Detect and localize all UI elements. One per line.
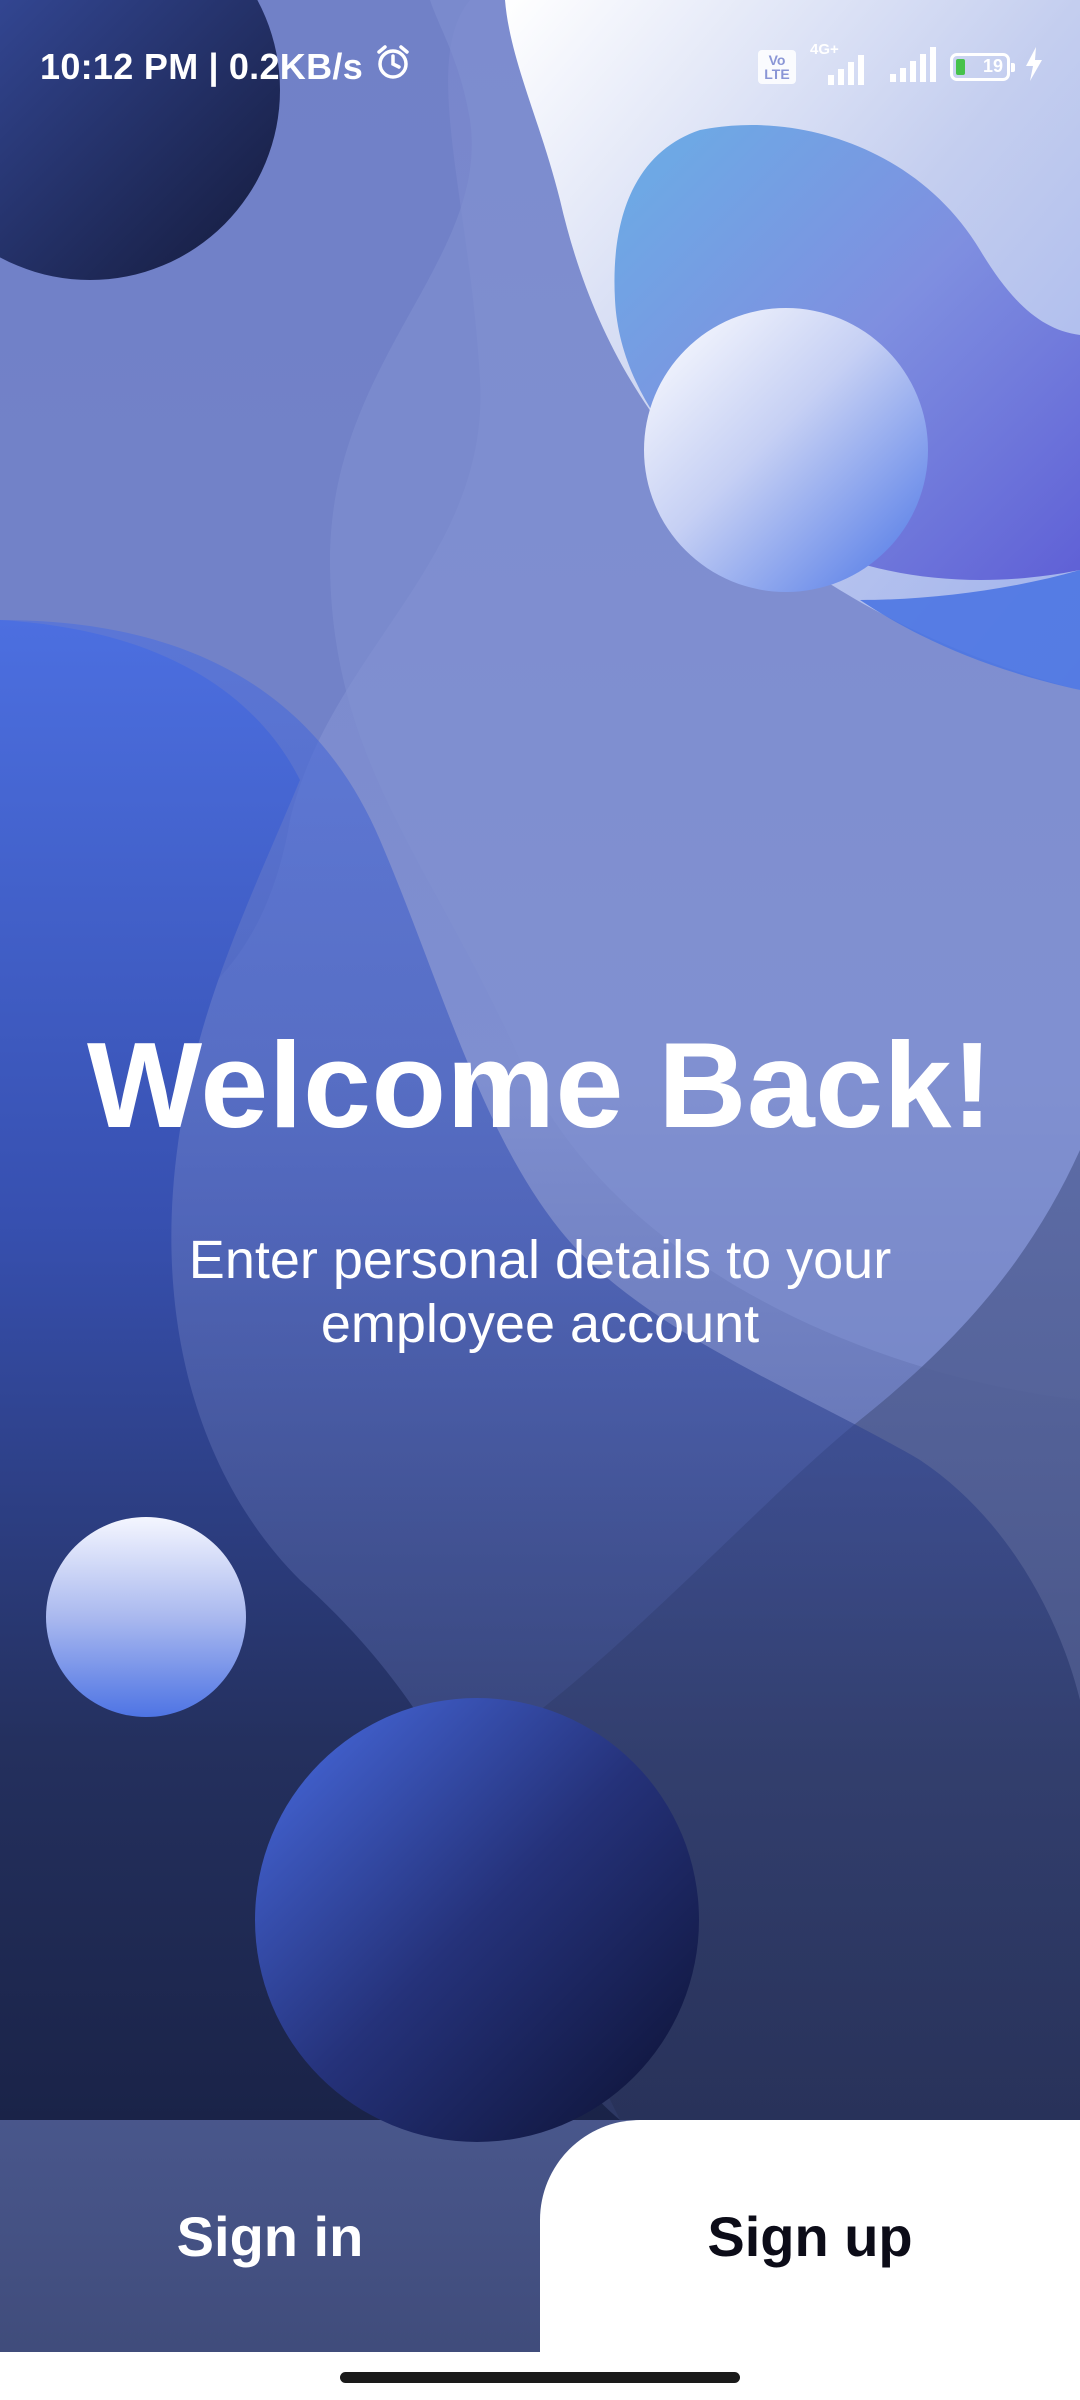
- background-artwork: [0, 0, 1080, 2400]
- network-speed: 0.2KB/s: [228, 45, 364, 87]
- lightning-bolt-icon: [1024, 47, 1044, 86]
- alarm-clock-icon: [373, 42, 413, 91]
- welcome-screen: 10:12 PM | 0.2KB/s Vo LTE 4G+ 19 Welcome…: [0, 0, 1080, 2400]
- home-indicator[interactable]: [340, 2372, 740, 2383]
- battery-icon: 19: [950, 52, 1015, 81]
- welcome-subtitle: Enter personal details to your employee …: [188, 1230, 892, 1354]
- battery-level: 19: [982, 56, 1003, 76]
- status-right: Vo LTE 4G+ 19: [758, 41, 1044, 89]
- sign-up-button[interactable]: Sign up: [540, 2120, 1080, 2352]
- clock-time: 10:12 PM: [40, 45, 199, 87]
- volte-badge: Vo LTE: [758, 49, 796, 84]
- sign-in-button[interactable]: Sign in: [0, 2120, 540, 2352]
- signal-strength-icon: [886, 44, 936, 89]
- welcome-title: Welcome Back!: [86, 1017, 994, 1153]
- status-bar: 10:12 PM | 0.2KB/s Vo LTE 4G+ 19: [0, 0, 1080, 130]
- sign-up-label: Sign up: [707, 2204, 913, 2268]
- signal-4g-icon: 4G+: [810, 41, 872, 87]
- status-separator: |: [208, 45, 219, 87]
- battery-fill: [956, 58, 965, 75]
- status-left: 10:12 PM | 0.2KB/s: [40, 42, 413, 91]
- sign-in-label: Sign in: [176, 2204, 364, 2268]
